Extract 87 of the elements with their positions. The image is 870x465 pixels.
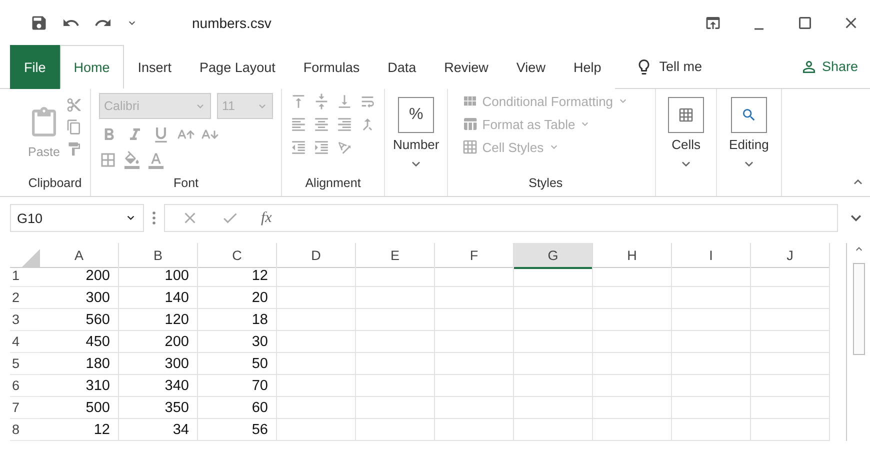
fill-color-icon[interactable] <box>123 151 141 169</box>
column-header[interactable]: J <box>751 243 830 268</box>
scroll-thumb[interactable] <box>852 263 864 355</box>
save-icon[interactable] <box>30 14 48 32</box>
search-icon <box>740 107 757 123</box>
table-cell: 20 <box>198 287 277 309</box>
column-header[interactable]: H <box>593 243 672 268</box>
row-header[interactable]: 1 <box>10 265 40 287</box>
column-header[interactable]: I <box>672 243 751 268</box>
align-top-icon[interactable] <box>290 93 307 110</box>
table-cell: 100 <box>119 265 198 287</box>
table-cell: 60 <box>198 397 277 419</box>
column-header[interactable]: A <box>40 243 119 268</box>
align-bottom-icon[interactable] <box>336 93 353 110</box>
table-cell: 30 <box>198 331 277 353</box>
group-label: Styles <box>528 175 564 192</box>
table-cell: 70 <box>198 375 277 397</box>
row-header[interactable]: 2 <box>10 287 40 309</box>
insert-function-button[interactable]: fx <box>261 210 272 226</box>
table-cell: 200 <box>40 265 119 287</box>
column-header[interactable]: F <box>435 243 514 268</box>
row-header[interactable]: 6 <box>10 375 40 397</box>
share-button[interactable]: Share <box>800 45 858 88</box>
row-header[interactable]: 7 <box>10 397 40 419</box>
table-cell: 18 <box>198 309 277 331</box>
cells-icon <box>678 107 694 123</box>
table-cell: 500 <box>40 397 119 419</box>
column-header[interactable]: E <box>356 243 435 268</box>
table-cell: 300 <box>40 287 119 309</box>
tell-me-label: Tell me <box>659 59 702 74</box>
styles-label: Format as Table <box>482 116 576 132</box>
column-header[interactable]: C <box>198 243 277 268</box>
ribbon-tab[interactable]: Home <box>60 45 124 89</box>
orientation-icon[interactable] <box>336 139 353 156</box>
corner-triangle-icon <box>22 249 40 267</box>
group-label: Clipboard <box>28 175 82 192</box>
formula-bar[interactable]: fx <box>164 204 838 232</box>
styles-label: Cell Styles <box>482 140 544 154</box>
number-format-button[interactable]: Number <box>393 137 440 152</box>
row-header[interactable]: 8 <box>10 419 40 441</box>
tell-me-search[interactable]: Tell me <box>635 45 702 88</box>
table-cell: 310 <box>40 375 119 397</box>
align-middle-icon[interactable] <box>313 93 330 110</box>
copy-icon[interactable] <box>66 119 82 135</box>
decrease-indent-icon[interactable] <box>290 139 307 156</box>
column-header[interactable]: D <box>277 243 356 268</box>
table-cell: 140 <box>119 287 198 309</box>
cells-button[interactable] <box>668 97 704 133</box>
borders-icon[interactable] <box>99 151 117 169</box>
table-cell: 200 <box>119 331 198 353</box>
table-cell: 50 <box>198 353 277 375</box>
format-painter-icon[interactable] <box>66 141 82 157</box>
table-cell: 450 <box>40 331 119 353</box>
column-header[interactable]: B <box>119 243 198 268</box>
increase-indent-icon[interactable] <box>313 139 330 156</box>
editing-label: Editing <box>729 137 769 152</box>
row-header[interactable]: 4 <box>10 331 40 353</box>
table-cell: 350 <box>119 397 198 419</box>
cut-icon[interactable] <box>66 97 82 113</box>
group-label: Font <box>172 175 200 192</box>
row-header[interactable]: 5 <box>10 353 40 375</box>
align-right-icon[interactable] <box>336 116 353 133</box>
file-tab[interactable]: File <box>10 45 60 89</box>
column-header[interactable]: G <box>514 243 593 269</box>
align-center-icon[interactable] <box>313 116 330 133</box>
table-cell: 56 <box>198 419 277 441</box>
table-cell: 300 <box>119 353 198 375</box>
window-title: numbers.csv <box>192 14 272 30</box>
cells-label: Cells <box>672 137 700 152</box>
styles-label: Conditional Formatting <box>482 94 614 108</box>
font-color-icon[interactable] <box>147 151 165 169</box>
table-cell: 180 <box>40 353 119 375</box>
table-cell: 12 <box>40 419 119 441</box>
group-label: Alignment <box>304 175 362 192</box>
percent-button[interactable]: % <box>398 97 434 133</box>
align-left-icon[interactable] <box>290 116 307 133</box>
table-cell: 34 <box>119 419 198 441</box>
cell-styles-icon <box>462 139 478 155</box>
table-cell: 560 <box>40 309 119 331</box>
name-box[interactable]: G10 <box>10 204 144 232</box>
row-header[interactable]: 3 <box>10 309 40 331</box>
table-cell: 340 <box>119 375 198 397</box>
table-cell: 120 <box>119 309 198 331</box>
table-cell: 12 <box>198 265 277 287</box>
table-icon <box>462 116 478 132</box>
editing-button[interactable] <box>730 97 767 133</box>
dots-icon <box>152 211 156 225</box>
